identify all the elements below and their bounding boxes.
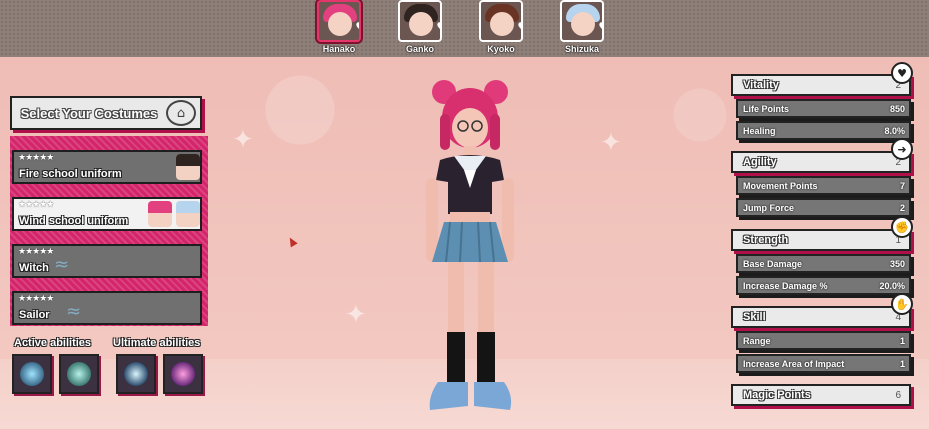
boot-icon: ➜ [891,138,913,160]
portrait[interactable]: ♥ [317,0,361,42]
stat-row: Base Damage 350 [736,254,911,273]
heart-icon: ♥ [598,20,602,34]
costume-item[interactable]: ★★★★★ Fire school uniform [12,150,202,184]
stat-vitality[interactable]: Vitality 2 [731,74,911,96]
stat-row-value: 1 [899,358,905,369]
stat-row: Movement Points 7 [736,176,911,195]
character-name: Shizuka [564,44,599,54]
costume-character-avatar [148,201,172,227]
character-name: Ganko [405,44,434,54]
costume-panel: Select Your Costumes ⌂ ★★★★★ Fire school… [10,96,208,326]
ultimate-ability-slot[interactable] [163,354,203,394]
stat-row-label: Jump Force [743,202,795,213]
costume-item[interactable]: ★★★★★ Sailor ≈ [12,291,202,325]
active-ability-slot[interactable] [59,354,99,394]
fist-icon: ✊ [891,216,913,238]
costume-name: Wind school uniform [19,215,129,227]
heart-icon: ♥ [436,20,440,34]
character-ganko[interactable]: ♥ Ganko [396,0,444,54]
stat-title: Vitality [743,79,779,91]
wave-icon: ≈ [54,254,70,275]
stat-magic-points[interactable]: Magic Points 6 [731,384,911,406]
ultimate-ability-slot[interactable] [116,354,156,394]
sparkle-icon: ✦ [345,300,367,330]
heart-plus-icon: ♥ [891,62,913,84]
portrait[interactable]: ♥ [479,0,523,42]
stat-strength[interactable]: Strength 1 [731,229,911,251]
portrait[interactable]: ♥ [560,0,604,42]
costume-header: Select Your Costumes ⌂ [10,96,202,130]
stat-title: Strength [743,234,789,246]
character-select-bar: ♥ Hanako ♥ Ganko ♥ Kyoko ♥ Shizuka [0,0,929,57]
heart-icon: ♥ [355,20,359,34]
stat-row-value: 2 [899,202,905,213]
stat-row-label: Movement Points [743,180,818,191]
stat-row: Healing 8.0% [736,121,911,140]
stat-skill[interactable]: Skill 4 [731,306,911,328]
stat-row-value: 350 [889,258,905,269]
character-name: Hanako [322,44,356,54]
stat-row-label: Increase Area of Impact [743,358,845,369]
costume-name: Sailor [19,309,50,321]
stat-row-value: 850 [889,103,905,114]
stat-row-value: 7 [899,180,905,191]
costume-item[interactable]: ★★★★★ Wind school uniform [12,197,202,231]
costume-character-avatar [176,154,200,180]
stat-title: Skill [743,311,766,323]
stat-agility[interactable]: Agility 2 [731,151,911,173]
active-ability-slot[interactable] [12,354,52,394]
stat-title: Agility [743,156,777,168]
stat-row: Increase Area of Impact 1 [736,354,911,373]
active-abilities-label: Active abilities [14,337,92,349]
costume-name: Witch [19,262,49,274]
wave-icon: ≈ [66,301,82,322]
hanger-icon: ⌂ [166,100,196,126]
character-model [400,70,540,425]
stat-row: Life Points 850 [736,99,911,118]
character-hanako[interactable]: ♥ Hanako [315,0,363,54]
stat-title: Magic Points [743,389,811,401]
stat-value: 6 [895,389,901,401]
character-name: Kyoko [487,44,515,54]
ultimate-abilities-label: Ultimate abilities [113,337,201,349]
costume-header-title: Select Your Costumes [20,105,158,121]
heart-icon: ♥ [517,20,521,34]
sparkle-icon: ✦ [232,125,254,155]
stat-row-label: Life Points [743,103,790,114]
rating-stars: ★★★★★ [18,153,54,163]
stat-row-value: 1 [899,335,905,346]
stat-row-value: 8.0% [884,125,905,136]
stat-row-label: Healing [743,125,776,136]
stat-row-label: Range [743,335,771,346]
portrait[interactable]: ♥ [398,0,442,42]
costume-name: Fire school uniform [19,168,122,180]
costume-character-avatar [176,201,200,227]
character-kyoko[interactable]: ♥ Kyoko [477,0,525,54]
stat-row-label: Base Damage [743,258,803,269]
costume-item[interactable]: ★★★★★ Witch ≈ [12,244,202,278]
stat-row: Increase Damage % 20.0% [736,276,911,295]
rating-stars: ★★★★★ [18,200,54,210]
sparkle-icon: ✦ [600,128,622,158]
rating-stars: ★★★★★ [18,294,54,304]
character-shizuka[interactable]: ♥ Shizuka [558,0,606,54]
rating-stars: ★★★★★ [18,247,54,257]
hand-icon: ✋ [891,293,913,315]
stat-row: Range 1 [736,331,911,350]
stat-row-value: 20.0% [879,280,905,291]
stat-row: Jump Force 2 [736,198,911,217]
stat-row-label: Increase Damage % [743,280,828,291]
